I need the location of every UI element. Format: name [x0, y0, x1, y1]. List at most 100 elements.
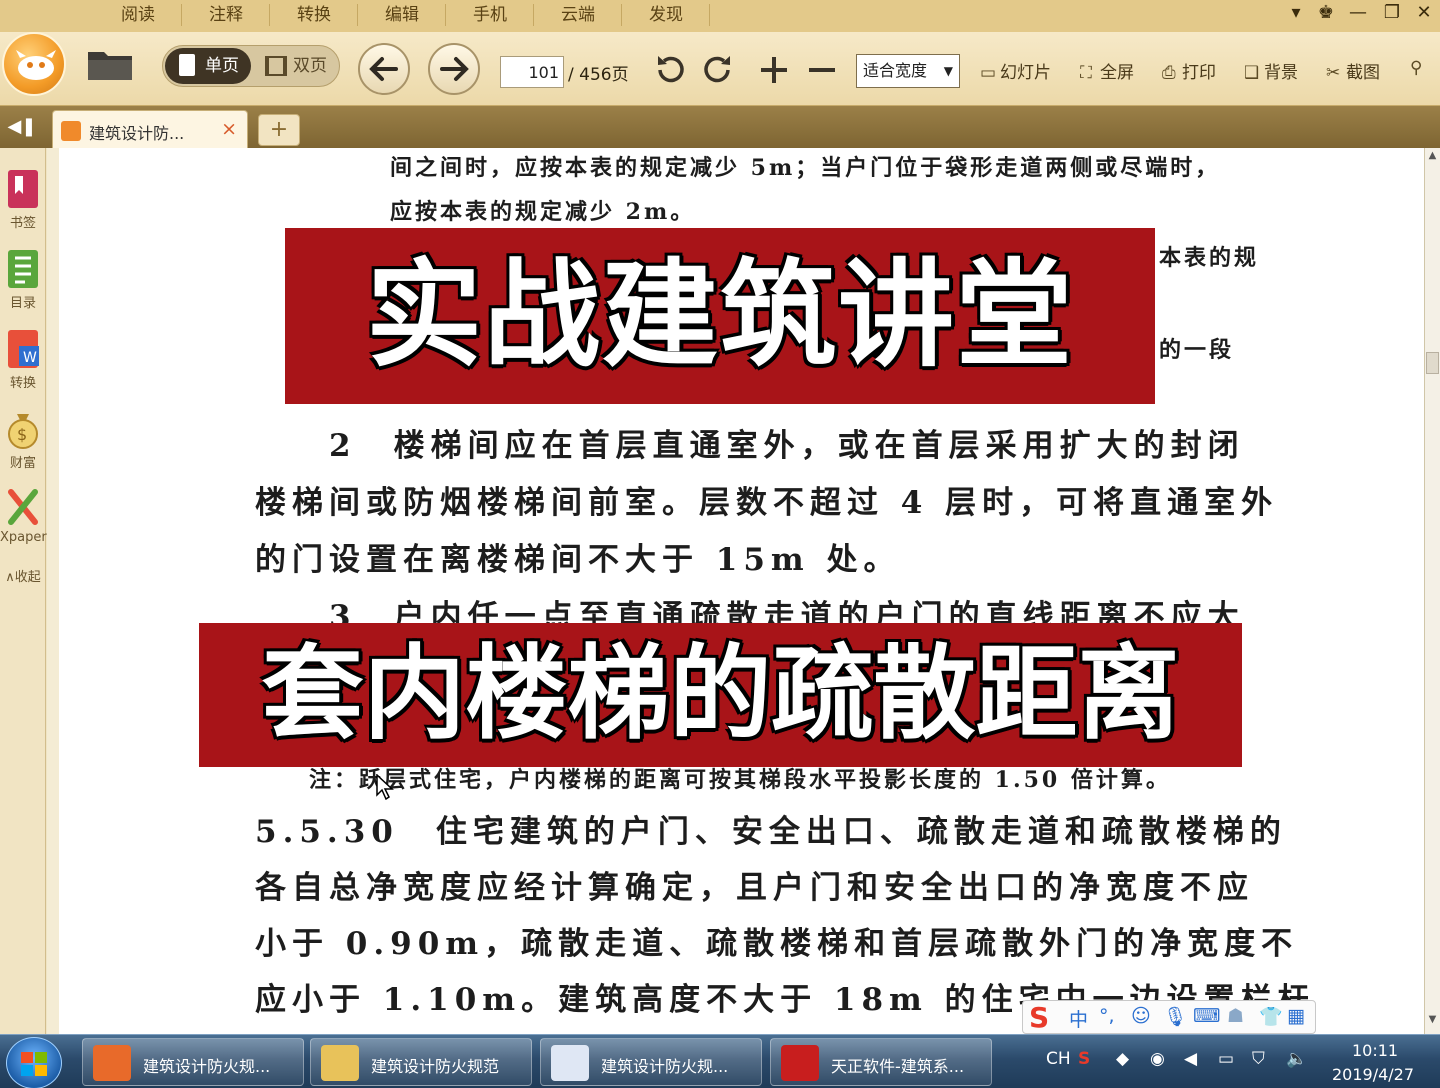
- search-button[interactable]: ⚲: [1410, 58, 1440, 78]
- tray-volume-app-icon[interactable]: ◀: [1184, 1049, 1197, 1069]
- sidebar-collapse-toggle[interactable]: ∧收起: [0, 566, 46, 585]
- open-folder-icon[interactable]: [86, 44, 136, 88]
- search-icon: ⚲: [1410, 58, 1423, 78]
- double-page-button[interactable]: 双页: [259, 48, 339, 84]
- emoji-icon[interactable]: ☺: [1131, 1005, 1151, 1027]
- next-page-button[interactable]: [428, 43, 480, 95]
- toolbox-icon[interactable]: ▦: [1287, 1005, 1305, 1027]
- ime-mode-label[interactable]: 中: [1069, 1005, 1088, 1032]
- toc-icon: [8, 250, 38, 288]
- new-tab-button[interactable]: +: [258, 114, 300, 146]
- single-page-label: 单页: [205, 56, 239, 76]
- background-icon: ❑: [1244, 63, 1260, 83]
- vertical-scrollbar[interactable]: ▲ ▼: [1424, 148, 1440, 1034]
- clock-date[interactable]: 2019/4/27: [1332, 1065, 1414, 1084]
- sidebar-item-convert[interactable]: W 转换: [0, 328, 46, 391]
- scroll-thumb[interactable]: [1426, 352, 1439, 374]
- print-button[interactable]: ⎙ 打印: [1162, 58, 1216, 83]
- printer-icon: ⎙: [1162, 63, 1176, 83]
- sidebar-item-label: Xpaper: [0, 530, 47, 545]
- slideshow-button[interactable]: ▭ 幻灯片: [980, 58, 1051, 83]
- fullscreen-icon: ⛶: [1080, 63, 1092, 83]
- tray-app-icon[interactable]: ◆: [1116, 1049, 1129, 1069]
- microphone-icon[interactable]: 🎙: [1163, 1005, 1187, 1028]
- ime-toolbar[interactable]: S 中 °, ☺ 🎙 ⌨ ☗ 👕 ▦: [1022, 1000, 1316, 1034]
- menu-tab-edit[interactable]: 编辑: [358, 0, 446, 30]
- clock-time[interactable]: 10:11: [1352, 1041, 1398, 1060]
- scroll-down-icon[interactable]: ▼: [1425, 1014, 1440, 1030]
- menu-tab-read[interactable]: 阅读: [94, 0, 182, 30]
- sidebar-item-contents[interactable]: 目录: [0, 248, 46, 311]
- doc-line: 本表的规: [1159, 245, 1260, 271]
- minimize-icon[interactable]: —: [1344, 0, 1372, 26]
- zoom-select[interactable]: 适合宽度 ▼: [856, 54, 960, 88]
- left-sidebar: 书签 目录 W 转换 $ 财富 Xpaper ∧收起: [0, 148, 47, 1034]
- svg-text:W: W: [23, 350, 37, 366]
- menu-tab-convert[interactable]: 转换: [270, 0, 358, 30]
- rotate-right-icon[interactable]: [700, 52, 738, 90]
- taskbar-item-folder[interactable]: 建筑设计防火规范: [310, 1038, 532, 1086]
- punctuation-icon[interactable]: °,: [1099, 1005, 1115, 1027]
- menu-dropdown-icon[interactable]: ▾: [1282, 0, 1310, 26]
- language-indicator[interactable]: CH: [1046, 1049, 1071, 1069]
- taskbar-item-tangent[interactable]: 天正软件-建筑系...: [770, 1038, 992, 1086]
- start-button[interactable]: [6, 1037, 62, 1088]
- sogou-tray-icon[interactable]: S: [1078, 1049, 1090, 1069]
- scroll-up-icon[interactable]: ▲: [1425, 150, 1440, 166]
- taskbar: 建筑设计防火规... 建筑设计防火规范 建筑设计防火规... 天正软件-建筑系.…: [0, 1034, 1440, 1088]
- xpaper-icon: [8, 489, 38, 525]
- fullscreen-label: 全屏: [1100, 63, 1134, 83]
- doc-line: 小于 0.90m，疏散走道、疏散楼梯和首层疏散外门的净宽度不: [255, 926, 1299, 962]
- sidebar-item-label: 财富: [9, 456, 36, 471]
- speaker-icon[interactable]: 🔈: [1286, 1049, 1307, 1069]
- page-number-input[interactable]: [500, 56, 564, 88]
- sogou-logo-icon: S: [1029, 1001, 1050, 1034]
- doc-line: 5.5.30 住宅建筑的户门、安全出口、疏散走道和疏散楼梯的: [255, 814, 1287, 850]
- pdf-app-icon: [93, 1045, 131, 1081]
- sidebar-item-xpaper[interactable]: Xpaper: [0, 486, 47, 545]
- prev-page-button[interactable]: [358, 43, 410, 95]
- sidebar-item-bookmarks[interactable]: 书签: [0, 168, 46, 231]
- tray-security-icon[interactable]: ◉: [1150, 1049, 1165, 1069]
- taskbar-item-word[interactable]: 建筑设计防火规...: [540, 1038, 762, 1086]
- keyboard-icon[interactable]: ⌨: [1193, 1005, 1220, 1027]
- sidebar-item-label: 转换: [9, 376, 36, 391]
- menu-tab-discover[interactable]: 发现: [622, 0, 710, 30]
- menu-tab-cloud[interactable]: 云端: [534, 0, 622, 30]
- sidebar-item-wealth[interactable]: $ 财富: [0, 408, 46, 471]
- close-tab-icon[interactable]: ×: [221, 118, 237, 140]
- taskbar-item-pdf-reader[interactable]: 建筑设计防火规...: [82, 1038, 304, 1086]
- shield-icon[interactable]: ⛉: [1252, 1049, 1265, 1069]
- skin-icon[interactable]: 👕: [1259, 1005, 1283, 1028]
- skin-icon[interactable]: ♚: [1312, 0, 1340, 26]
- rotate-left-icon[interactable]: [652, 52, 690, 90]
- pdf-file-icon: [61, 121, 81, 141]
- single-page-button[interactable]: 单页: [165, 48, 251, 84]
- tab-strip: ◀❚ 建筑设计防... × +: [0, 106, 1440, 148]
- maximize-icon[interactable]: ❐: [1378, 0, 1406, 26]
- double-page-icon: [265, 56, 287, 76]
- slideshow-icon: ▭: [980, 63, 997, 83]
- menu-tab-mobile[interactable]: 手机: [446, 0, 534, 30]
- slideshow-label: 幻灯片: [1000, 63, 1051, 83]
- close-window-icon[interactable]: ✕: [1410, 0, 1438, 26]
- windows-logo-icon: [21, 1052, 47, 1076]
- menu-bar: 阅读 注释 转换 编辑 手机 云端 发现 ▾ ♚ — ❐ ✕: [0, 0, 1440, 32]
- doc-line: 应按本表的规定减少 2m。: [390, 199, 696, 225]
- background-button[interactable]: ❑ 背景: [1244, 58, 1298, 83]
- menu-tab-annotate[interactable]: 注释: [182, 0, 270, 30]
- screenshot-button[interactable]: ✂ 截图: [1326, 58, 1380, 83]
- arrow-left-icon: [369, 57, 398, 81]
- zoom-in-icon[interactable]: [756, 52, 792, 88]
- fullscreen-button[interactable]: ⛶ 全屏: [1080, 58, 1134, 83]
- document-tab[interactable]: 建筑设计防... ×: [52, 110, 248, 148]
- money-bag-icon: $: [8, 414, 38, 449]
- zoom-out-icon[interactable]: [804, 52, 840, 88]
- app-logo[interactable]: [2, 32, 66, 96]
- network-icon[interactable]: ▭: [1218, 1049, 1234, 1069]
- taskbar-item-label: 建筑设计防火规...: [601, 1057, 729, 1076]
- taskbar-item-label: 天正软件-建筑系...: [831, 1057, 965, 1076]
- user-icon[interactable]: ☗: [1227, 1005, 1244, 1027]
- collapse-sidebar-icon[interactable]: ◀❚: [4, 114, 40, 140]
- print-label: 打印: [1182, 63, 1216, 83]
